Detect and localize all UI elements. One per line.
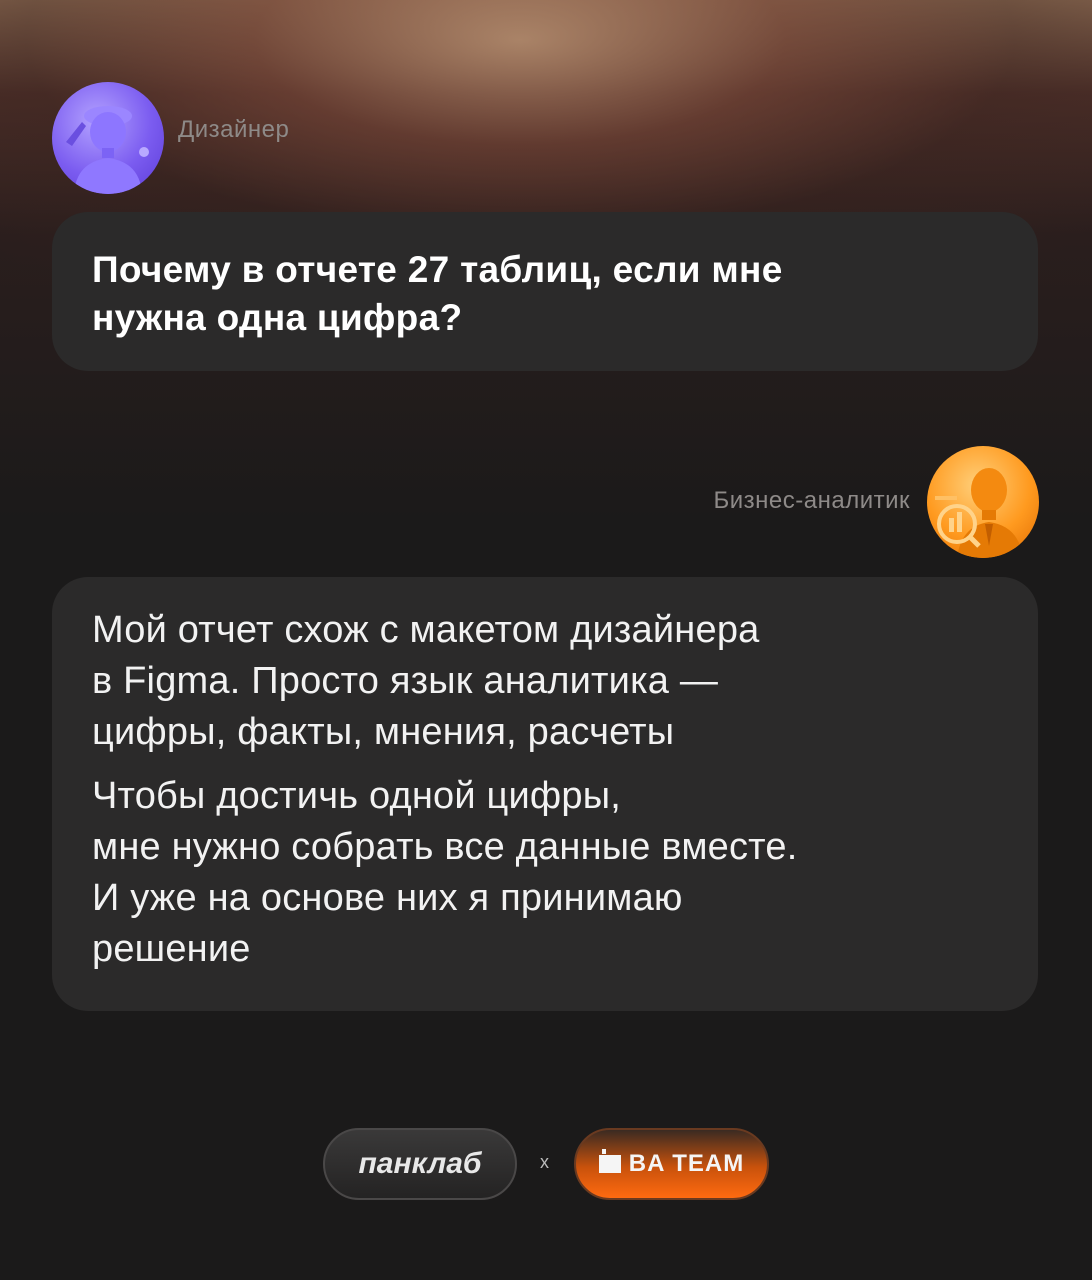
ba-team-logo: BA TEAM xyxy=(628,1150,745,1177)
answer-paragraph: Чтобы достичь одной цифры, мне нужно соб… xyxy=(92,771,998,975)
question-bubble: Почему в отчете 27 таблиц, если мне нужн… xyxy=(52,212,1038,371)
analyst-name: Бизнес-аналитик xyxy=(713,487,910,514)
question-line: Почему в отчете 27 таблиц, если мне xyxy=(92,249,783,290)
punkclub-logo: панклаб xyxy=(358,1147,482,1180)
answer-line: в Figma. Просто язык аналитика — xyxy=(92,660,719,702)
answer-paragraph: Мой отчет схож с макетом дизайнера в Fig… xyxy=(92,605,998,758)
answer-line: решение xyxy=(92,928,251,970)
designer-avatar xyxy=(52,82,164,194)
answer-bubble: Мой отчет схож с макетом дизайнера в Fig… xyxy=(52,577,1038,1011)
designer-name: Дизайнер xyxy=(178,116,290,143)
designer-avatar-icon xyxy=(66,106,149,194)
answer-line: Чтобы достичь одной цифры, xyxy=(92,775,621,817)
ba-team-logo-pill[interactable]: BA TEAM xyxy=(574,1128,769,1200)
answer-line: мне нужно собрать все данные вместе. xyxy=(92,826,798,868)
question-line: нужна одна цифра? xyxy=(92,297,463,338)
question-text: Почему в отчете 27 таблиц, если мне нужн… xyxy=(92,246,998,342)
analyst-avatar-icon xyxy=(935,468,1023,558)
punkclub-logo-pill[interactable]: панклаб xyxy=(323,1128,517,1200)
ba-team-icon xyxy=(598,1149,621,1173)
analyst-avatar xyxy=(927,446,1039,558)
answer-line: Мой отчет схож с макетом дизайнера xyxy=(92,609,760,651)
answer-line: И уже на основе них я принимаю xyxy=(92,877,683,919)
collab-separator: х xyxy=(540,1152,549,1172)
answer-line: цифры, факты, мнения, расчеты xyxy=(92,711,675,753)
